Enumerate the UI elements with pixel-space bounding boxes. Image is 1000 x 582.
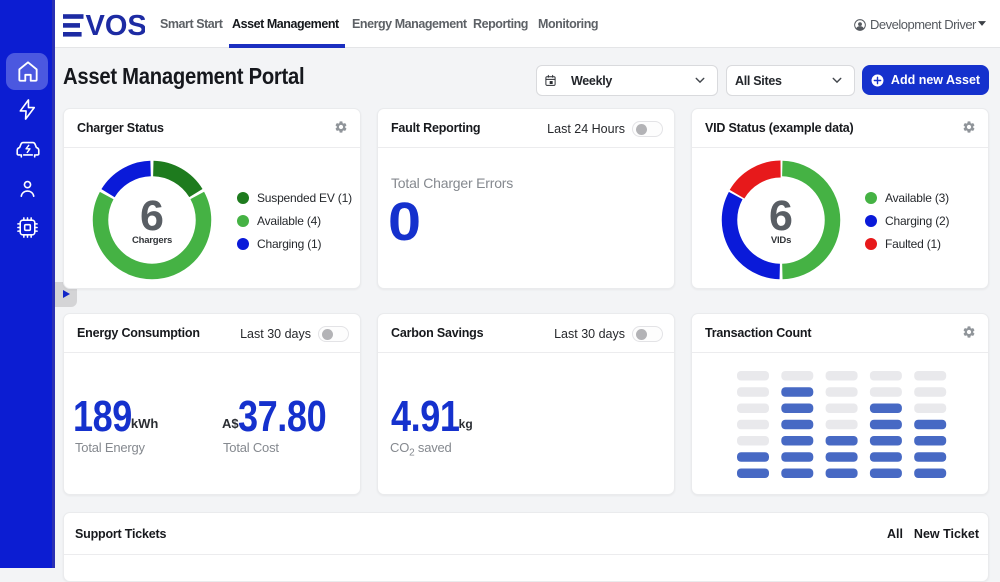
svg-text:VOS: VOS [86, 11, 146, 37]
